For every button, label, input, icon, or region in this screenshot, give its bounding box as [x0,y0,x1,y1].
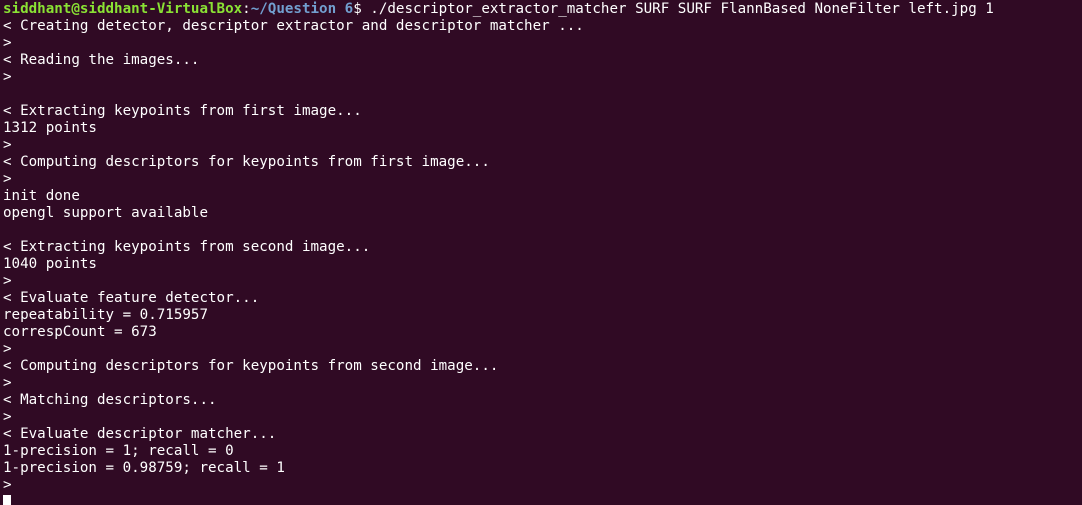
output-line: > [3,35,12,51]
prompt-separator: : [242,1,251,17]
output-line: > [3,171,12,187]
output-line: < Creating detector, descriptor extracto… [3,18,584,34]
prompt-path: ~/Question 6 [250,1,354,17]
output-line: < Matching descriptors... [3,392,217,408]
output-line: < Computing descriptors for keypoints fr… [3,358,499,374]
output-line: 1-precision = 1; recall = 0 [3,443,234,459]
prompt-command: ./descriptor_extractor_matcher SURF SURF… [361,1,994,17]
output-line: 1040 points [3,256,97,272]
output-line: < Extracting keypoints from second image… [3,239,371,255]
output-line: > [3,375,12,391]
output-line: < Evaluate descriptor matcher... [3,426,277,442]
output-line: 1312 points [3,120,97,136]
output-line: 1-precision = 0.98759; recall = 1 [3,460,285,476]
output-line: > [3,341,12,357]
output-line: > [3,273,12,289]
output-line: correspCount = 673 [3,324,157,340]
output-line: > [3,69,12,85]
output-line: init done [3,188,80,204]
output-line: < Computing descriptors for keypoints fr… [3,154,490,170]
output-line: < Extracting keypoints from first image.… [3,103,362,119]
prompt-user-host: siddhant@siddhant-VirtualBox [3,1,243,17]
prompt-symbol: $ [353,1,362,17]
text-cursor[interactable] [3,495,11,505]
output-line: > [3,137,12,153]
prompt-line: siddhant@siddhant-VirtualBox:~/Question … [3,1,1082,18]
terminal-window[interactable]: siddhant@siddhant-VirtualBox:~/Question … [0,0,1082,505]
output-line: > [3,409,12,425]
output-line: > [3,477,12,493]
output-line: repeatability = 0.715957 [3,307,208,323]
cursor-line [3,494,1082,505]
output-line: < Reading the images... [3,52,200,68]
output-line: opengl support available [3,205,208,221]
output-line: < Evaluate feature detector... [3,290,260,306]
